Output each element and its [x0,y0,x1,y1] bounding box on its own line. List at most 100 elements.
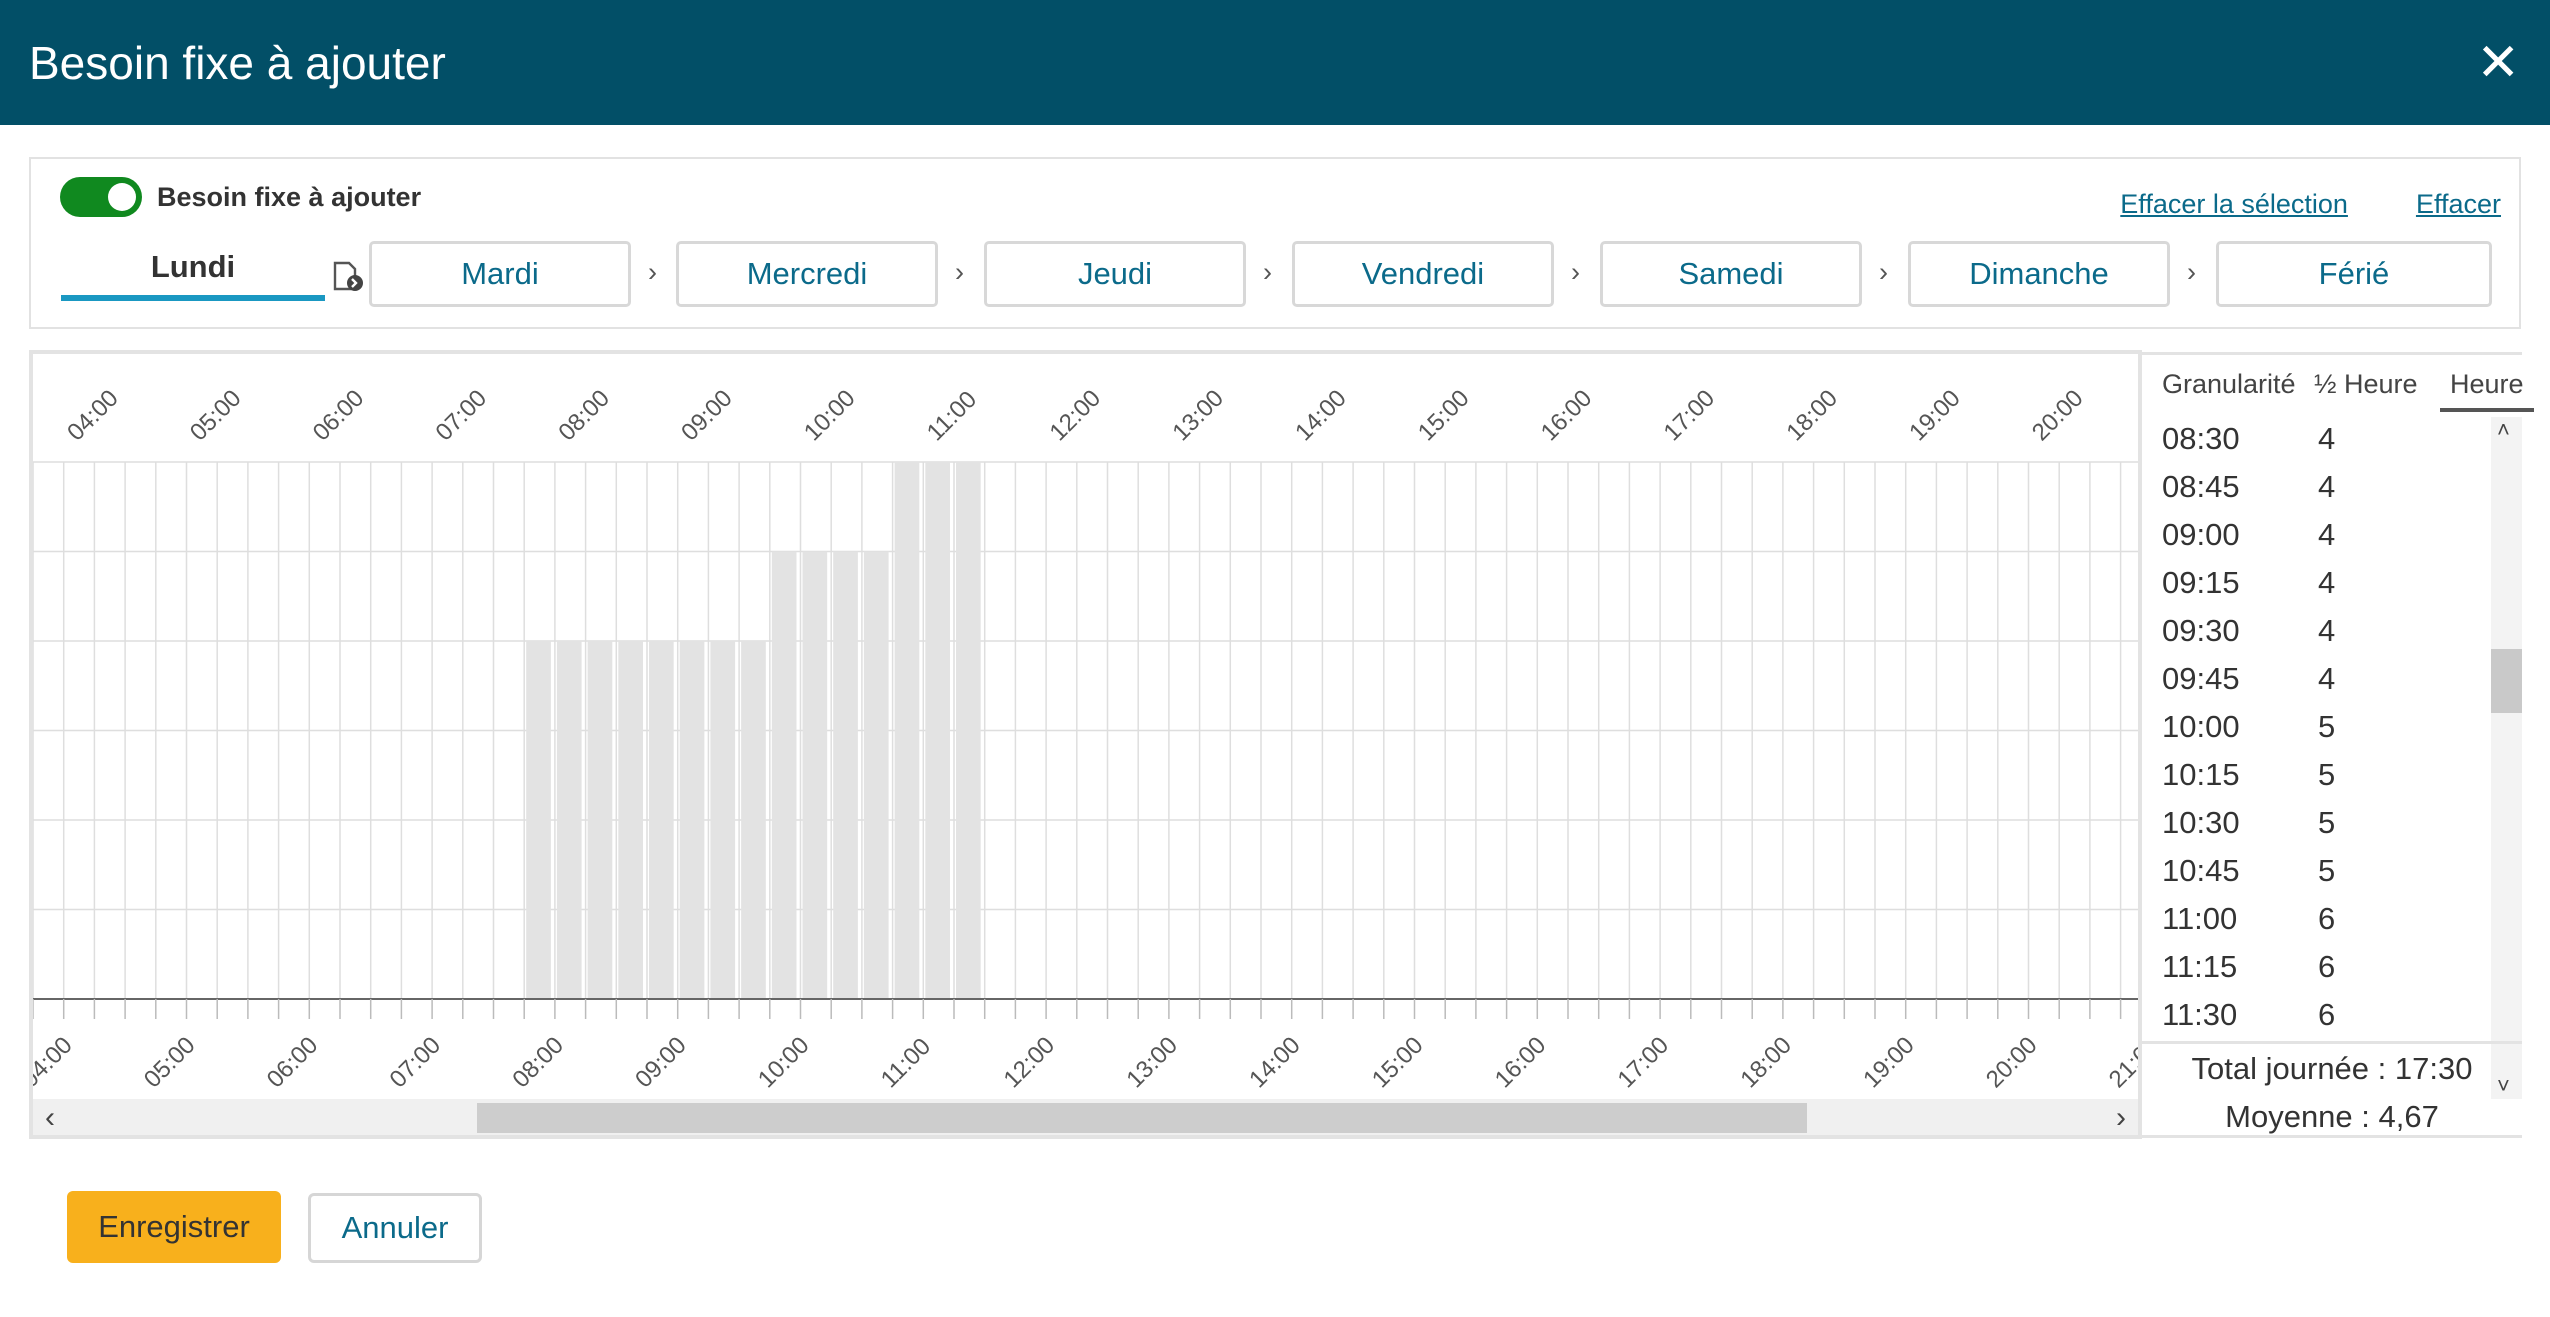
need-value: 5 [2318,853,2336,888]
chevron-right-icon: › [648,257,657,287]
toggle-label: Besoin fixe à ajouter [157,181,422,212]
list-item[interactable]: 11:30 6 [2162,991,2492,1039]
chart-bar [771,551,797,999]
chart-bar [863,551,889,999]
dialog-title: Besoin fixe à ajouter [29,36,446,89]
need-value: 4 [2318,661,2336,696]
tab-ferie[interactable]: Férié [2216,241,2492,307]
top-tick-label: 19:00 [1904,385,1966,447]
list-item[interactable]: 09:45 4 [2162,655,2492,703]
bottom-tick-label: 08:00 [507,1032,569,1094]
top-tick-label: 09:00 [676,385,738,447]
bottom-tick-label: 15:00 [1367,1032,1429,1094]
values-panel: Granularité ½ Heure Heure 08:30 4 08:45 4 09… [2142,352,2534,1141]
bottom-tick-label: 20:00 [1981,1032,2043,1094]
tab-mercredi[interactable]: Mercredi [676,241,938,307]
need-value: 4 [2318,613,2336,648]
tab-dimanche[interactable]: Dimanche [1908,241,2170,307]
day-total: Total journée : 17:30 [2191,1051,2473,1086]
need-value: 5 [2318,805,2336,840]
need-value: 4 [2318,565,2336,600]
need-value: 6 [2318,997,2336,1032]
list-item[interactable]: 11:15 6 [2162,943,2492,991]
chevron-right-icon: › [2187,257,2196,287]
cancel-button[interactable]: Annuler [308,1193,482,1263]
scrollbar-thumb[interactable] [2491,649,2522,713]
save-button[interactable]: Enregistrer [67,1191,281,1263]
top-tick-label: 17:00 [1659,385,1721,447]
top-tick-label: 15:00 [1413,385,1475,447]
toggle-knob [108,183,136,211]
time-label: 08:45 [2162,469,2240,504]
chevron-right-icon: › [1263,257,1272,287]
bottom-tick-label: 04:00 [33,1032,78,1094]
granularity-switch: Granularité ½ Heure Heure [2162,369,2534,415]
list-item[interactable]: 10:15 5 [2162,751,2492,799]
top-tick-label: 20:00 [2027,385,2089,447]
bar-chart[interactable]: 04:00 05:00 06:00 07:00 08:00 09:00 10:00 11:00… [33,354,2138,1099]
list-item[interactable]: 10:00 5 [2162,703,2492,751]
bottom-tick-label: 13:00 [1121,1032,1183,1094]
enable-toggle[interactable] [60,177,142,217]
close-icon[interactable]: ✕ [2476,37,2520,89]
list-item[interactable]: 08:30 4 [2162,415,2492,463]
bottom-tick-label: 21:00 [2104,1032,2138,1094]
tab-lundi[interactable]: Lundi [61,243,325,301]
top-tick-label: 13:00 [1167,385,1229,447]
chevron-right-icon: › [1571,257,1580,287]
time-label: 10:30 [2162,805,2240,840]
bottom-tick-label: 09:00 [630,1032,692,1094]
list-item[interactable]: 09:00 4 [2162,511,2492,559]
list-item[interactable]: 09:30 4 [2162,607,2492,655]
time-label: 09:30 [2162,613,2240,648]
list-item[interactable]: 09:15 4 [2162,559,2492,607]
bottom-tick-label: 16:00 [1490,1032,1552,1094]
granularity-hour[interactable]: Heure [2440,369,2534,412]
toggle-row: Besoin fixe à ajouter [60,177,421,217]
copy-to-next-icon[interactable] [331,259,365,293]
top-tick-label: 18:00 [1781,385,1843,447]
list-item[interactable]: 11:00 6 [2162,895,2492,943]
bottom-tick-label: 06:00 [262,1032,324,1094]
top-tick-label: 04:00 [62,385,124,447]
need-value: 5 [2318,709,2336,744]
bottom-tick-label: 17:00 [1613,1032,1675,1094]
top-tick-label: 11:00 [922,386,982,446]
chart-bar [526,641,551,999]
time-label: 10:45 [2162,853,2240,888]
vertical-scrollbar[interactable]: ˄ ˅ [2491,417,2522,1099]
top-tick-label: 16:00 [1536,385,1598,447]
chart-bar [833,551,858,999]
totals-divider [2142,1041,2522,1044]
granularity-half-hour[interactable]: ½ Heure [2314,369,2418,400]
scroll-right-icon[interactable]: › [2116,1101,2126,1135]
bottom-tick-label: 11:00 [876,1033,936,1093]
scrollbar-thumb[interactable] [477,1103,1807,1133]
horizontal-scrollbar[interactable]: ‹ › [33,1099,2138,1135]
list-item[interactable]: 10:45 5 [2162,847,2492,895]
list-item[interactable]: 10:30 5 [2162,799,2492,847]
need-chart[interactable]: 04:00 05:00 06:00 07:00 08:00 09:00 10:00 11:00… [29,350,2142,1139]
values-list[interactable]: 08:30 4 08:45 4 09:00 4 09:15 4 09:30 4 09:45 4 10:0… [2162,415,2492,1099]
chart-bar [556,641,582,999]
time-label: 09:00 [2162,517,2240,552]
tab-samedi[interactable]: Samedi [1600,241,1862,307]
time-label: 11:30 [2162,997,2238,1032]
totals: Total journée : 17:30 Moyenne : 4,67 [2142,1045,2522,1141]
tab-mardi[interactable]: Mardi [369,241,631,307]
top-tick-label: 08:00 [553,385,615,447]
time-label: 11:15 [2162,949,2238,984]
need-value: 6 [2318,901,2336,936]
clear-selection-link[interactable]: Effacer la sélection [2120,189,2348,220]
tab-jeudi[interactable]: Jeudi [984,241,1246,307]
bottom-tick-label: 14:00 [1244,1032,1306,1094]
chart-bar [925,462,950,999]
time-label: 09:15 [2162,565,2240,600]
scroll-left-icon[interactable]: ‹ [45,1101,55,1135]
granularity-label: Granularité [2162,369,2296,399]
clear-link[interactable]: Effacer [2416,189,2501,220]
tab-vendredi[interactable]: Vendredi [1292,241,1554,307]
chart-bar [618,641,643,999]
chevron-up-icon[interactable]: ˄ [2497,417,2510,443]
list-item[interactable]: 08:45 4 [2162,463,2492,511]
